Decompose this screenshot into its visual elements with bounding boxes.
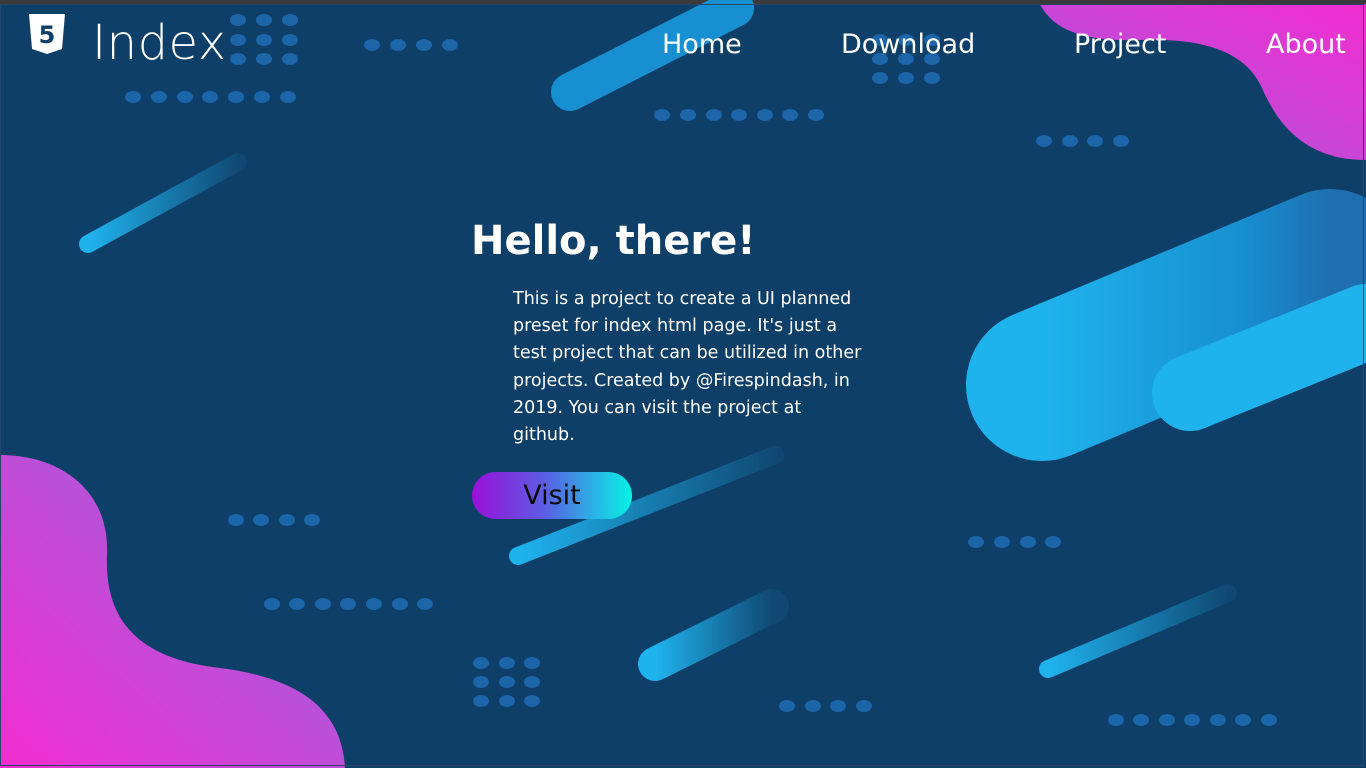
dots-row-left-lower xyxy=(264,598,433,610)
svg-text:5: 5 xyxy=(39,21,56,49)
pill-left xyxy=(79,153,247,253)
html5-logo-icon[interactable]: 5 xyxy=(28,13,66,55)
hero-title: Hello, there! xyxy=(471,218,756,264)
dots-row-top-left xyxy=(125,91,296,103)
dots-row-left-middle xyxy=(228,514,320,526)
dots-row-top-middle xyxy=(364,39,458,51)
nav-project-link[interactable]: Project xyxy=(1074,28,1166,62)
dots-row-right-middle xyxy=(968,536,1061,548)
nav-home-link[interactable]: Home xyxy=(662,28,742,62)
pink-blob-bottom-left xyxy=(0,455,345,768)
nav-download-link[interactable]: Download xyxy=(841,28,975,62)
dots-top-left-grid xyxy=(230,14,298,65)
dots-row-under-nav xyxy=(654,109,824,121)
dots-bottom-grid xyxy=(473,657,540,707)
hero-description: This is a project to create a UI planned… xyxy=(513,289,862,446)
visit-button[interactable]: Visit xyxy=(472,472,632,519)
dots-row-bottom-middle xyxy=(779,700,872,712)
pill-bottom-right xyxy=(1039,584,1237,678)
pill-bottom-middle xyxy=(638,589,789,681)
brand-title[interactable]: Index xyxy=(92,14,227,72)
dots-row-right-top xyxy=(1036,135,1129,147)
nav-about-link[interactable]: About xyxy=(1266,28,1346,62)
dots-row-bottom-right xyxy=(1108,714,1277,726)
